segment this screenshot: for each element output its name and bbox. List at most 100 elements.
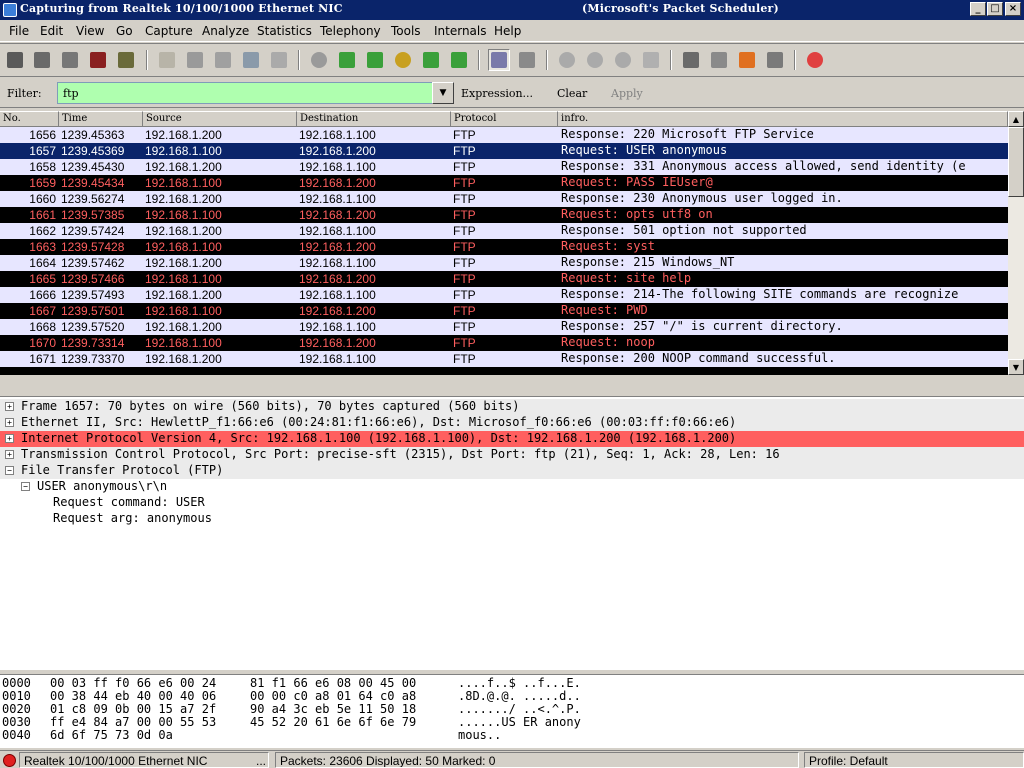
hex-dump-offset: 0040	[2, 728, 31, 742]
go-first-icon[interactable]	[420, 49, 442, 71]
column-header-no[interactable]: No.	[0, 111, 59, 127]
restart-capture-icon[interactable]	[115, 49, 137, 71]
filter-dropdown-button[interactable]: ▼	[432, 82, 454, 104]
detail-tree-item[interactable]: − USER anonymous\r\n	[0, 479, 1024, 495]
expand-icon[interactable]: +	[5, 418, 14, 427]
hex-dump-row[interactable]: 0000 00 03 ff f0 66 e6 00 24 81 f1 66 e6 0…	[0, 676, 1024, 690]
interfaces-icon[interactable]	[4, 49, 26, 71]
close-button[interactable]: ×	[1005, 2, 1021, 16]
zoom-in-icon[interactable]	[556, 49, 578, 71]
packet-row[interactable]: 1659 1239.45434 192.168.1.100 192.168.1.200…	[0, 175, 1008, 191]
menu-help[interactable]: Help	[494, 24, 521, 38]
print-icon[interactable]	[268, 49, 290, 71]
menu-telephony[interactable]: Telephony	[320, 24, 381, 38]
packet-cell-proto: FTP	[453, 272, 476, 286]
capture-filters-icon[interactable]	[680, 49, 702, 71]
zoom-out-icon[interactable]	[584, 49, 606, 71]
hex-dump-hex1: 00 38 44 eb 40 00 40 06	[50, 689, 217, 703]
auto-scroll-icon[interactable]	[516, 49, 538, 71]
apply-button[interactable]: Apply	[611, 87, 643, 100]
packet-row[interactable]: 1663 1239.57428 192.168.1.100 192.168.1.200…	[0, 239, 1008, 255]
detail-tree-item[interactable]: Request command: USER	[0, 495, 1024, 511]
packet-row[interactable]: 1662 1239.57424 192.168.1.200 192.168.1.100…	[0, 223, 1008, 239]
options-icon[interactable]	[31, 49, 53, 71]
menu-view[interactable]: View	[76, 24, 104, 38]
scroll-up-button[interactable]: ▲	[1008, 111, 1024, 127]
menu-go[interactable]: Go	[116, 24, 133, 38]
detail-tree-item[interactable]: + Transmission Control Protocol, Src Port…	[0, 447, 1024, 463]
zoom-normal-icon[interactable]	[612, 49, 634, 71]
hex-dump-row[interactable]: 0010 00 38 44 eb 40 00 40 06 00 00 c0 a8 0…	[0, 689, 1024, 703]
clear-button[interactable]: Clear	[557, 87, 587, 100]
menu-edit[interactable]: Edit	[40, 24, 63, 38]
column-header-destination[interactable]: Destination	[297, 111, 451, 127]
menu-internals[interactable]: Internals	[434, 24, 487, 38]
help-icon[interactable]	[804, 49, 826, 71]
menu-tools[interactable]: Tools	[391, 24, 421, 38]
packet-cell-dst: 192.168.1.200	[299, 144, 376, 158]
menu-capture[interactable]: Capture	[145, 24, 193, 38]
detail-tree-item[interactable]: Request arg: anonymous	[0, 511, 1024, 527]
detail-tree-item[interactable]: + Ethernet II, Src: HewlettP_f1:66:e6 (00…	[0, 415, 1024, 431]
column-header-info[interactable]: infro.	[558, 111, 1008, 127]
packet-row[interactable]: 1661 1239.57385 192.168.1.100 192.168.1.200…	[0, 207, 1008, 223]
capture-status-icon[interactable]	[3, 754, 16, 767]
display-filters-icon[interactable]	[708, 49, 730, 71]
packet-row[interactable]: 1670 1239.73314 192.168.1.100 192.168.1.200…	[0, 335, 1008, 351]
column-header-source[interactable]: Source	[143, 111, 297, 127]
packet-row-partial[interactable]	[0, 367, 1008, 375]
packet-cell-dst: 192.168.1.200	[299, 176, 376, 190]
packet-row[interactable]: 1668 1239.57520 192.168.1.200 192.168.1.100…	[0, 319, 1008, 335]
start-capture-icon[interactable]	[59, 49, 81, 71]
packet-row[interactable]: 1657 1239.45369 192.168.1.100 192.168.1.200…	[0, 143, 1008, 159]
open-file-icon[interactable]	[156, 49, 178, 71]
colorize-icon[interactable]	[488, 49, 510, 71]
expand-icon[interactable]: +	[5, 434, 14, 443]
menu-analyze[interactable]: Analyze	[202, 24, 249, 38]
packet-list-vscroll[interactable]: ▲ ▼	[1008, 111, 1024, 375]
save-file-icon[interactable]	[184, 49, 206, 71]
collapse-icon[interactable]: −	[5, 466, 14, 475]
hex-dump-row[interactable]: 0030 ff e4 84 a7 00 00 55 53 45 52 20 61 6…	[0, 715, 1024, 729]
hex-dump-row[interactable]: 0040 6d 6f 75 73 0d 0a mous..	[0, 728, 1024, 742]
packet-row[interactable]: 1658 1239.45430 192.168.1.200 192.168.1.100…	[0, 159, 1008, 175]
find-icon[interactable]	[308, 49, 330, 71]
go-to-packet-icon[interactable]	[392, 49, 414, 71]
maximize-button[interactable]: □	[987, 2, 1003, 16]
go-last-icon[interactable]	[448, 49, 470, 71]
packet-row[interactable]: 1656 1239.45363 192.168.1.200 192.168.1.100…	[0, 127, 1008, 143]
minimize-button[interactable]: _	[970, 2, 986, 16]
menu-statistics[interactable]: Statistics	[257, 24, 312, 38]
resize-columns-icon[interactable]	[640, 49, 662, 71]
preferences-icon[interactable]	[764, 49, 786, 71]
packet-row[interactable]: 1660 1239.56274 192.168.1.200 192.168.1.100…	[0, 191, 1008, 207]
expand-icon[interactable]: +	[5, 450, 14, 459]
reload-icon[interactable]	[240, 49, 262, 71]
go-back-icon[interactable]	[336, 49, 358, 71]
collapse-icon[interactable]: −	[21, 482, 30, 491]
filter-toolbar: Filter: ftp ▼ Expression... Clear Apply	[0, 78, 1024, 108]
display-filter-input[interactable]: ftp	[57, 82, 433, 104]
detail-tree-item[interactable]: − File Transfer Protocol (FTP)	[0, 463, 1024, 479]
close-file-icon[interactable]	[212, 49, 234, 71]
expand-icon[interactable]: +	[5, 402, 14, 411]
packet-cell-src: 192.168.1.100	[145, 240, 222, 254]
column-header-protocol[interactable]: Protocol	[451, 111, 558, 127]
packet-row[interactable]: 1671 1239.73370 192.168.1.200 192.168.1.100…	[0, 351, 1008, 367]
stop-capture-icon[interactable]	[87, 49, 109, 71]
coloring-rules-icon[interactable]	[736, 49, 758, 71]
detail-tree-item[interactable]: + Internet Protocol Version 4, Src: 192.1…	[0, 431, 1024, 447]
expression-button[interactable]: Expression...	[461, 87, 533, 100]
vscroll-thumb[interactable]	[1008, 127, 1024, 197]
detail-tree-item[interactable]: + Frame 1657: 70 bytes on wire (560 bits)…	[0, 399, 1024, 415]
packet-row[interactable]: 1665 1239.57466 192.168.1.100 192.168.1.200…	[0, 271, 1008, 287]
go-forward-icon[interactable]	[364, 49, 386, 71]
scroll-down-button[interactable]: ▼	[1008, 359, 1024, 375]
packet-row[interactable]: 1664 1239.57462 192.168.1.200 192.168.1.100…	[0, 255, 1008, 271]
column-header-time[interactable]: Time	[59, 111, 143, 127]
packet-row[interactable]: 1667 1239.57501 192.168.1.100 192.168.1.200…	[0, 303, 1008, 319]
menu-file[interactable]: File	[9, 24, 29, 38]
packet-row[interactable]: 1666 1239.57493 192.168.1.200 192.168.1.100…	[0, 287, 1008, 303]
status-profile[interactable]: Profile: Default	[804, 752, 1024, 768]
hex-dump-row[interactable]: 0020 01 c8 09 0b 00 15 a7 2f 90 a4 3c eb 5…	[0, 702, 1024, 716]
